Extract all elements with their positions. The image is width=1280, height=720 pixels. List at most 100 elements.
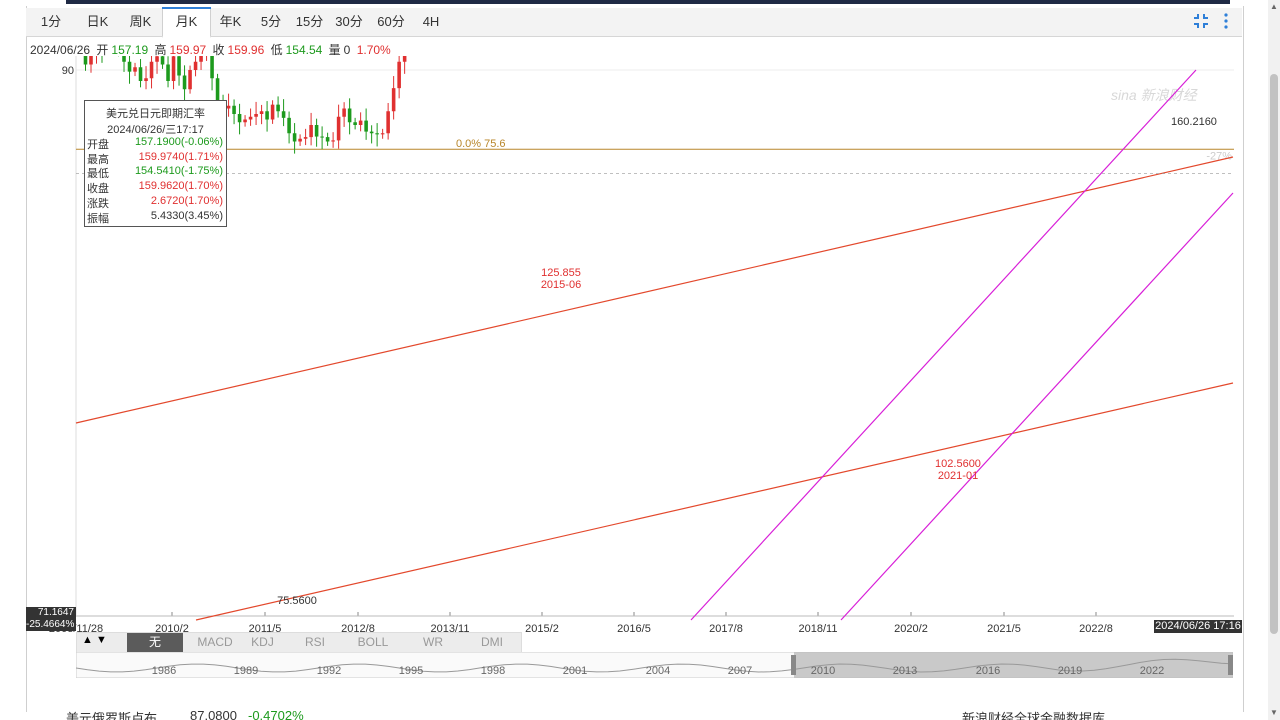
- indicator-tab-3[interactable]: RSI: [290, 633, 340, 652]
- page-scrollbar[interactable]: ▲ ▼: [1268, 0, 1280, 720]
- candle-body: [259, 111, 264, 114]
- candle-body: [171, 56, 176, 81]
- steep-channel-line: [840, 192, 1234, 621]
- range-navigator[interactable]: 1986 1989 1992 1995 1998 2001 2004 2007 2010 2013…: [76, 652, 1233, 678]
- navigator-year: 1992: [317, 665, 341, 677]
- scroll-up-icon[interactable]: ▲: [1270, 2, 1278, 11]
- info-value: 154.5410(-1.75%): [134, 165, 223, 178]
- right-pct-axis: 78%57%36%15%-6%-27%: [1206, 56, 1232, 162]
- candle-body: [210, 56, 214, 79]
- tab-7[interactable]: 30分: [329, 8, 369, 36]
- x-tick-label: 2016/5: [617, 623, 651, 632]
- navigator-year: 2004: [646, 665, 670, 677]
- compress-icon[interactable]: [1192, 12, 1210, 30]
- tab-1[interactable]: 日K: [76, 8, 119, 36]
- info-value: 159.9740(1.71%): [138, 150, 223, 163]
- candle-body: [182, 75, 187, 90]
- zoom-arrows[interactable]: ▲ ▼: [82, 634, 107, 646]
- indicator-tab-0[interactable]: 无: [127, 633, 183, 652]
- period-tabs: 1分 日K 周K 月K 年K 5分 15分 30分 60分 4H: [26, 7, 1242, 38]
- annotation-value: 125.855: [541, 267, 581, 279]
- indicator-tab-2[interactable]: KDJ: [239, 633, 286, 652]
- navigator-year: 1989: [234, 665, 258, 677]
- candle-body: [331, 140, 335, 142]
- candle-body: [254, 114, 258, 117]
- navigator-year: 1986: [152, 665, 176, 677]
- tab-0[interactable]: 1分: [26, 8, 76, 36]
- y-grid: [76, 69, 1234, 71]
- annotation-date: 2015-06: [541, 279, 581, 291]
- candle-body: [265, 111, 269, 120]
- candle-body: [243, 119, 247, 123]
- navigator-year: 2013: [893, 665, 917, 677]
- tab-3[interactable]: 月K: [162, 7, 211, 38]
- scroll-down-icon[interactable]: ▼: [1270, 708, 1278, 717]
- fib-main-label: 0.0% 75.6: [456, 138, 506, 150]
- candle-body: [347, 108, 352, 123]
- trend-channel-line: [195, 382, 1234, 621]
- bottom-link[interactable]: 新浪财经全球金融数据库: [962, 708, 1105, 720]
- info-key: 振幅: [87, 212, 109, 225]
- info-key: 最高: [87, 153, 109, 166]
- y-tick-label: 90: [62, 65, 74, 77]
- candle-body: [276, 104, 280, 112]
- annotation-value: 102.5600: [935, 458, 981, 470]
- navigator-year: 1998: [481, 665, 505, 677]
- indicator-tab-5[interactable]: WR: [408, 633, 458, 652]
- candle-body: [188, 70, 192, 90]
- quote-info-box: 美元兑日元即期汇率 2024/06/26/三17:17 开盘 157.1900(-0.…: [84, 100, 227, 227]
- y-axis: 90110130150170: [62, 65, 74, 77]
- candle-body: [353, 122, 357, 125]
- candle-body: [314, 125, 319, 137]
- candle-body: [369, 131, 374, 134]
- tab-4[interactable]: 年K: [209, 8, 252, 36]
- pct-tick-label: -6%: [1212, 56, 1232, 57]
- indicator-tabs: 无 MACD KDJ RSI BOLL WR DMI: [76, 632, 522, 653]
- candle-body: [127, 61, 132, 72]
- open-value: 157.19: [111, 43, 149, 57]
- info-title: 美元兑日元即期汇率: [106, 108, 205, 120]
- navigator-year: 2019: [1058, 665, 1082, 677]
- candle-body: [226, 105, 231, 109]
- indicator-tab-1[interactable]: MACD: [190, 633, 240, 652]
- high-label: 高: [154, 43, 167, 57]
- indicator-tab-4[interactable]: BOLL: [345, 633, 401, 652]
- candle-body: [149, 61, 154, 79]
- candle-body: [336, 116, 341, 141]
- indicator-tab-6[interactable]: DMI: [464, 633, 520, 652]
- candle-body: [237, 114, 242, 123]
- tab-9[interactable]: 4H: [413, 8, 449, 36]
- candle-body: [122, 56, 126, 62]
- x-tick-label: 2020/2: [894, 623, 928, 632]
- navigator-year: 2022: [1140, 665, 1164, 677]
- bottom-name[interactable]: 美元俄罗斯卢布: [66, 708, 157, 720]
- navigator-year: 2016: [976, 665, 1000, 677]
- candle-body: [199, 56, 203, 62]
- tab-8[interactable]: 60分: [369, 8, 413, 36]
- info-key: 最低: [87, 168, 109, 181]
- low-value: 154.54: [285, 43, 323, 57]
- annotations: 125.8552015-06 75.5600 102.56002021-01 160.…: [277, 116, 1217, 607]
- open-label: 开: [96, 43, 109, 57]
- candle-body: [83, 56, 88, 65]
- cursor-price-tag: 71.1647: [26, 607, 76, 619]
- candle-body: [364, 120, 368, 132]
- more-vertical-icon[interactable]: [1221, 11, 1231, 31]
- tab-2[interactable]: 周K: [119, 8, 162, 36]
- candle-body: [287, 117, 291, 134]
- candles: [83, 56, 407, 154]
- candle-body: [232, 105, 236, 114]
- scrollbar-thumb[interactable]: [1270, 74, 1278, 634]
- ohlc-date: 2024/06/26: [30, 43, 91, 57]
- candle-body: [320, 136, 324, 138]
- candle-body: [133, 67, 137, 72]
- candle-body: [380, 133, 385, 135]
- tab-5[interactable]: 5分: [252, 8, 290, 36]
- cursor-date-tag: 2024/06/26 17:16: [1154, 620, 1242, 633]
- candle-body: [402, 56, 407, 62]
- x-tick-label: 2013/11: [431, 623, 470, 632]
- close-value: 159.96: [227, 43, 265, 57]
- tab-6[interactable]: 15分: [290, 8, 329, 36]
- annotation-date: 2021-01: [938, 470, 978, 482]
- navigator-left-handle: [791, 655, 796, 675]
